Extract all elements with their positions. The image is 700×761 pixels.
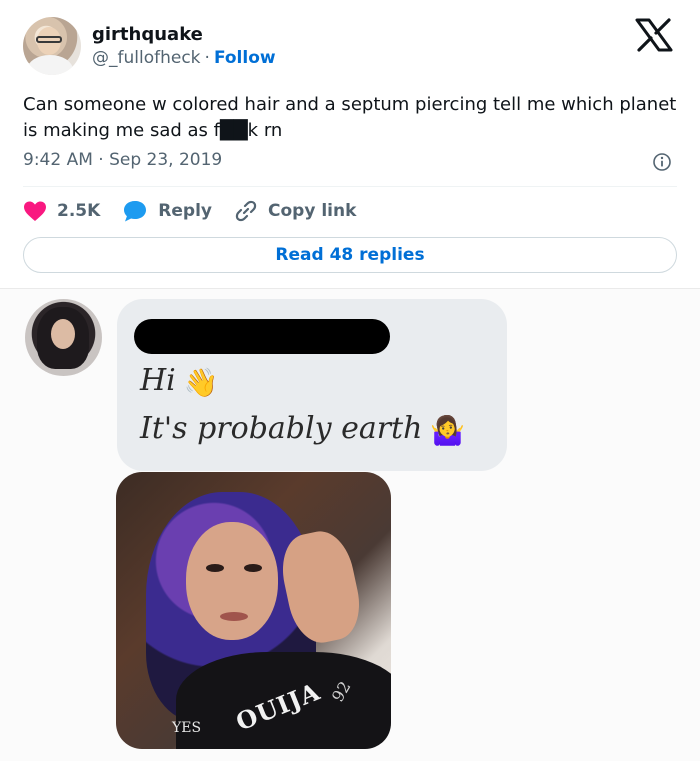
reply-label: Reply <box>158 201 212 221</box>
like-button[interactable]: 2.5K <box>23 200 100 222</box>
redacted-bar <box>134 319 390 354</box>
speech-bubble-icon <box>124 201 147 222</box>
author-handle[interactable]: @_fullofheck <box>92 48 201 68</box>
divider <box>23 186 677 187</box>
read-replies-button[interactable]: Read 48 replies <box>23 237 677 273</box>
tweet-text: Can someone w colored hair and a septum … <box>23 94 677 141</box>
link-icon <box>235 200 257 222</box>
greeting-text: Hi <box>140 363 176 398</box>
tweet-timestamp[interactable]: 9:42 AM · Sep 23, 2019 <box>23 150 222 170</box>
selfie-photo: OUIJA YES 92 <box>116 472 391 749</box>
like-count: 2.5K <box>57 201 101 221</box>
info-icon[interactable] <box>652 152 672 172</box>
message-line-greeting: Hi 👋 <box>140 363 219 399</box>
heart-icon <box>24 201 46 221</box>
author-avatar[interactable] <box>23 17 81 75</box>
copy-link-button[interactable]: Copy link <box>234 199 356 223</box>
reply-text: It's probably earth <box>140 411 423 446</box>
separator-dot: · <box>204 48 210 68</box>
author-display-name[interactable]: girthquake <box>92 24 203 45</box>
action-bar: 2.5K Reply Copy link <box>23 198 378 224</box>
copy-link-label: Copy link <box>268 201 357 221</box>
x-logo-icon[interactable] <box>634 18 674 52</box>
shirt-print-small: YES <box>172 720 202 736</box>
message-line-reply: It's probably earth 🤷‍♀️ <box>140 411 465 447</box>
message-screenshot: Hi 👋 It's probably earth 🤷‍♀️ OUIJA YES 92 <box>0 289 700 761</box>
tweet-card: girthquake @_fullofheck · Follow Can someo… <box>0 0 700 289</box>
waving-hand-icon: 👋 <box>183 365 219 399</box>
sender-avatar <box>25 299 102 376</box>
author-handle-row: @_fullofheck · Follow <box>92 48 276 68</box>
follow-button[interactable]: Follow <box>214 48 276 68</box>
shrug-icon: 🤷‍♀️ <box>430 413 466 447</box>
reply-button[interactable]: Reply <box>122 199 212 223</box>
